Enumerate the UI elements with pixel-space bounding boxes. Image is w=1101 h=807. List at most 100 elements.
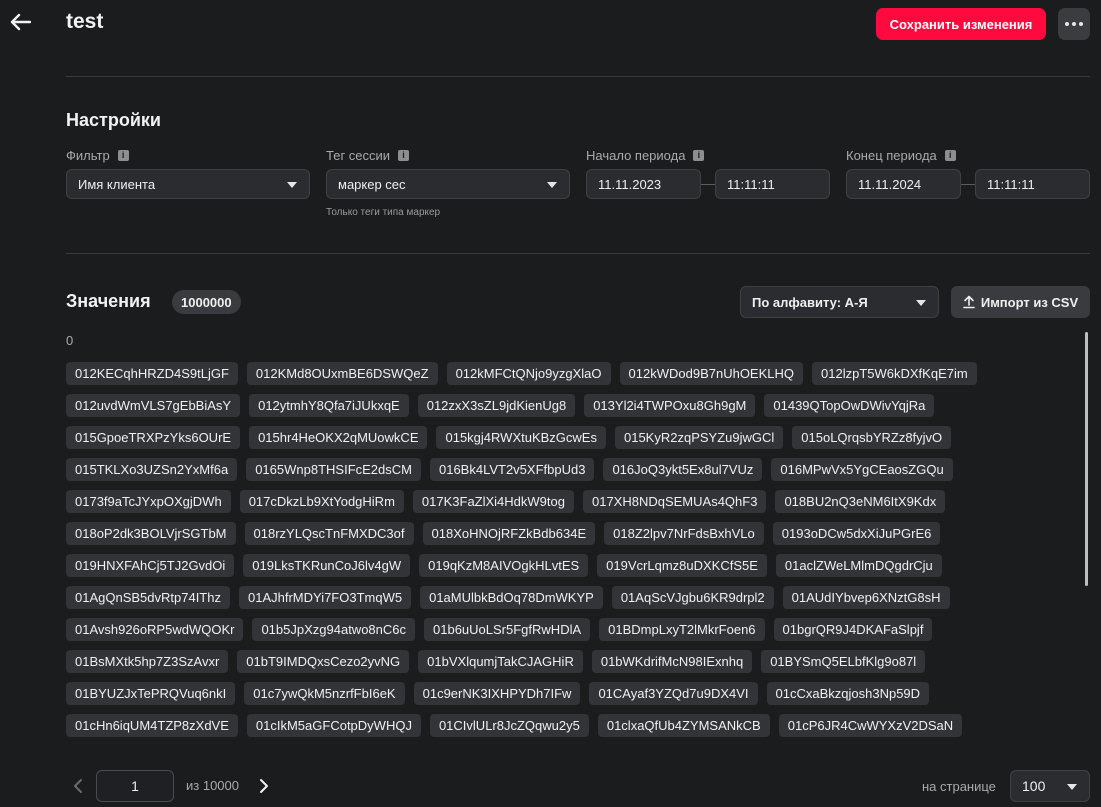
value-chip[interactable]: 016JoQ3ykt5Ex8ul7VUz bbox=[603, 458, 763, 481]
value-chip[interactable]: 015hr4HeOKX2qMUowkCE bbox=[249, 426, 428, 449]
period-start-label: Начало периода i bbox=[586, 148, 705, 163]
value-chip[interactable]: 012kMFCtQNjo9yzgXlaO bbox=[446, 362, 611, 385]
value-chip[interactable]: 018BU2nQ3eNM6ItX9Kdx bbox=[775, 490, 946, 513]
value-chip[interactable]: 012ytmhY8Qfa7iJUkxqE bbox=[249, 394, 409, 417]
next-page-button[interactable] bbox=[254, 776, 274, 796]
value-chip[interactable]: 01AJhfrMDYi7FO3TmqW5 bbox=[238, 586, 412, 609]
value-chip[interactable]: 012kWDod9B7nUhOEKLHQ bbox=[619, 362, 804, 385]
value-chip[interactable]: 017XH8NDqSEMUAs4QhF3 bbox=[582, 490, 767, 513]
import-csv-button[interactable]: Импорт из CSV bbox=[951, 286, 1090, 318]
per-page-label: на странице bbox=[922, 779, 996, 794]
value-chip[interactable]: 01BYSmQ5ELbfKlg9o87l bbox=[761, 650, 926, 673]
value-chip[interactable]: 012KMd8OUxmBE6DSWQeZ bbox=[246, 362, 438, 385]
value-chip[interactable]: 01CIvlULr8JcZQqwu2y5 bbox=[429, 714, 589, 737]
value-chip[interactable]: 01439QTopOwDWivYqjRa bbox=[764, 394, 935, 417]
value-chip[interactable]: 01aclZWeLMlmDQgdrCju bbox=[775, 554, 942, 577]
value-chip[interactable]: 01b6uUoLSr5FgfRwHDlA bbox=[424, 618, 591, 641]
value-chip[interactable]: 016Bk4LVT2v5XFfbpUd3 bbox=[429, 458, 595, 481]
value-chip[interactable]: 01BsMXtk5hp7Z3SzAvxr bbox=[66, 650, 229, 673]
value-chip[interactable]: 017K3FaZlXi4HdkW9tog bbox=[412, 490, 574, 513]
value-chip[interactable]: 015KyR2zqPSYZu9jwGCl bbox=[614, 426, 784, 449]
range-connector bbox=[961, 184, 975, 185]
value-chip[interactable]: 01AqScVJgbu6KR9drpl2 bbox=[611, 586, 774, 609]
value-chip[interactable]: 01CAyaf3YZQd7u9DX4VI bbox=[589, 682, 758, 705]
sort-select[interactable]: По алфавиту: А-Я bbox=[740, 286, 939, 318]
values-input-text[interactable]: 0 bbox=[66, 333, 73, 348]
value-chip[interactable]: 01clxaQfUb4ZYMSANkCB bbox=[597, 714, 770, 737]
values-title: Значения bbox=[66, 291, 151, 311]
value-chip[interactable]: 019VcrLqmz8uDXKCfS5E bbox=[597, 554, 767, 577]
value-chip[interactable]: 01BYUZJxTePRQVuq6nkI bbox=[66, 682, 236, 705]
value-chip[interactable]: 01c7ywQkM5nzrfFbI6eK bbox=[244, 682, 405, 705]
value-chip[interactable]: 018rzYLQscTnFMXDC3of bbox=[244, 522, 414, 545]
value-chip[interactable]: 012uvdWmVLS7gEbBiAsY bbox=[66, 394, 241, 417]
session-tag-select[interactable]: маркер сес bbox=[326, 169, 570, 199]
settings-title: Настройки bbox=[66, 110, 161, 130]
page-total: из 10000 bbox=[186, 778, 239, 793]
period-end-date-input[interactable]: 11.11.2024 bbox=[846, 169, 961, 199]
info-icon[interactable]: i bbox=[944, 150, 956, 161]
prev-page-button[interactable] bbox=[68, 776, 88, 796]
value-chip[interactable]: 012zxX3sZL9jdKienUg8 bbox=[417, 394, 576, 417]
value-chip[interactable]: 015oLQrqsbYRZz8fyjvO bbox=[792, 426, 952, 449]
value-chip[interactable]: 0193oDCw5dxXiJuPGrE6 bbox=[772, 522, 941, 545]
value-chip[interactable]: 019LksTKRunCoJ6lv4gW bbox=[243, 554, 411, 577]
value-chip[interactable]: 01AUdIYbvep6XNztG8sH bbox=[782, 586, 950, 609]
value-chip[interactable]: 015kgj4RWXtuKBzGcwEs bbox=[436, 426, 606, 449]
values-list: 012KECqhHRZD4S9tLjGF 012KMd8OUxmBE6DSWQeZ… bbox=[66, 362, 1076, 737]
chevron-down-icon bbox=[1067, 784, 1077, 790]
values-count-badge: 1000000 bbox=[172, 290, 241, 314]
value-chip[interactable]: 018Z2lpv7NrFdsBxhVLo bbox=[604, 522, 764, 545]
value-chip[interactable]: 017cDkzLb9XtYodgHiRm bbox=[239, 490, 404, 513]
period-end-time-input[interactable]: 11:11:11 bbox=[975, 169, 1090, 199]
value-chip[interactable]: 012lzpT5W6kDXfKqE7im bbox=[812, 362, 977, 385]
scrollbar[interactable] bbox=[1085, 332, 1088, 586]
value-chip[interactable]: 01c9erNK3IXHPYDh7IFw bbox=[413, 682, 581, 705]
value-chip[interactable]: 018oP2dk3BOLVjrSGTbM bbox=[66, 522, 236, 545]
value-chip[interactable]: 01b5JpXzg94atwo8nC6c bbox=[252, 618, 416, 641]
value-chip[interactable]: 018XoHNOjRFZkBdb634E bbox=[422, 522, 596, 545]
value-chip[interactable]: 01cIkM5aGFCotpDyWHQJ bbox=[246, 714, 421, 737]
session-tag-helper: Только теги типа маркер bbox=[326, 207, 441, 218]
value-chip[interactable]: 019HNXFAhCj5TJ2GvdOi bbox=[66, 554, 235, 577]
chevron-down-icon bbox=[916, 300, 926, 306]
chevron-down-icon bbox=[547, 182, 557, 188]
page-title: test bbox=[66, 10, 104, 33]
header-divider bbox=[66, 76, 1090, 77]
per-page-select[interactable]: 100 bbox=[1010, 770, 1090, 802]
value-chip[interactable]: 015GpoeTRXPzYks6OUrE bbox=[66, 426, 241, 449]
info-icon[interactable]: i bbox=[398, 150, 410, 161]
value-chip[interactable]: 01AgQnSB5dvRtp74IThz bbox=[66, 586, 230, 609]
value-chip[interactable]: 01cCxaBkzqjosh3Np59D bbox=[766, 682, 930, 705]
value-chip[interactable]: 01cHn6iqUM4TZP8zXdVE bbox=[66, 714, 238, 737]
value-chip[interactable]: 013Yl2i4TWPOxu8Gh9gM bbox=[584, 394, 756, 417]
value-chip[interactable]: 016MPwVx5YgCEaosZGQu bbox=[771, 458, 953, 481]
filter-select[interactable]: Имя клиента bbox=[66, 169, 310, 199]
settings-divider bbox=[66, 253, 1090, 254]
value-chip[interactable]: 01Avsh926oRP5wdWQOKr bbox=[66, 618, 244, 641]
value-chip[interactable]: 01bVXlqumjTakCJAGHiR bbox=[418, 650, 583, 673]
value-chip[interactable]: 01BDmpLxyT2lMkrFoen6 bbox=[599, 618, 765, 641]
value-chip[interactable]: 0173f9aTcJYxpOXgjDWh bbox=[66, 490, 231, 513]
chevron-down-icon bbox=[287, 182, 297, 188]
period-end-label: Конец периода i bbox=[846, 148, 956, 163]
value-chip[interactable]: 01bgrQR9J4DKAFaSlpjf bbox=[773, 618, 933, 641]
period-start-date-input[interactable]: 11.11.2023 bbox=[586, 169, 701, 199]
value-chip[interactable]: 01bT9IMDQxsCezo2yvNG bbox=[237, 650, 410, 673]
info-icon[interactable]: i bbox=[117, 150, 129, 161]
period-start-time-input[interactable]: 11:11:11 bbox=[715, 169, 830, 199]
save-changes-button[interactable]: Сохранить изменения bbox=[876, 8, 1046, 40]
value-chip[interactable]: 01bWKdrifMcN98IExnhq bbox=[591, 650, 753, 673]
value-chip[interactable]: 01cP6JR4CwWYXzV2DSaN bbox=[778, 714, 963, 737]
value-chip[interactable]: 0165Wnp8THSIFcE2dsCM bbox=[246, 458, 421, 481]
more-options-button[interactable] bbox=[1058, 8, 1090, 40]
value-chip[interactable]: 015TKLXo3UZSn2YxMf6a bbox=[66, 458, 238, 481]
back-button[interactable] bbox=[6, 8, 34, 36]
value-chip[interactable]: 01aMUlbkBdOq78DmWKYP bbox=[420, 586, 603, 609]
page-number-input[interactable]: 1 bbox=[96, 770, 174, 802]
value-chip[interactable]: 012KECqhHRZD4S9tLjGF bbox=[66, 362, 238, 385]
upload-icon bbox=[963, 295, 975, 309]
info-icon[interactable]: i bbox=[693, 150, 705, 161]
value-chip[interactable]: 019qKzM8AIVOgkHLvtES bbox=[419, 554, 589, 577]
chevron-right-icon bbox=[260, 779, 268, 793]
